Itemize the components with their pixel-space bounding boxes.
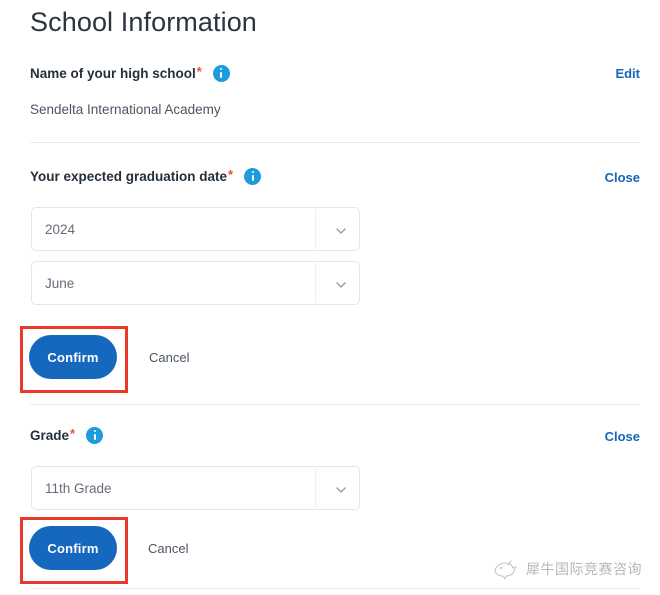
graduation-date-label-text: Your expected graduation date (30, 169, 228, 184)
school-name-value: Sendelta International Academy (30, 102, 221, 117)
grade-close-link[interactable]: Close (605, 428, 640, 446)
select-divider (315, 263, 316, 303)
grade-select[interactable]: 11th Grade (31, 466, 360, 510)
graduation-month-select[interactable]: June (31, 261, 360, 305)
grade-cancel-link[interactable]: Cancel (148, 540, 188, 558)
school-name-label: Name of your high school* (30, 65, 230, 83)
divider-bottom (30, 588, 640, 589)
graduation-year-select[interactable]: 2024 (31, 207, 360, 251)
chevron-down-icon[interactable] (336, 226, 346, 235)
graduation-date-label: Your expected graduation date* (30, 167, 262, 186)
school-name-label-text: Name of your high school (30, 66, 196, 81)
graduation-month-value: June (45, 276, 75, 291)
graduation-date-confirm-button[interactable]: Confirm (29, 335, 117, 379)
page-title: School Information (30, 7, 257, 37)
info-circle-icon[interactable] (212, 64, 230, 82)
graduation-date-cancel-link[interactable]: Cancel (149, 349, 189, 367)
graduation-date-required-star: * (228, 167, 234, 182)
chevron-down-icon[interactable] (336, 280, 346, 289)
divider-after-school-name (30, 142, 640, 143)
watermark: 犀牛国际竞赛咨询 (492, 557, 642, 581)
grade-value: 11th Grade (45, 481, 112, 496)
rhino-logo-icon (492, 557, 518, 581)
grade-confirm-button[interactable]: Confirm (29, 526, 117, 570)
grade-label: Grade* (30, 426, 104, 445)
school-name-edit-link[interactable]: Edit (615, 65, 640, 83)
graduation-year-value: 2024 (45, 222, 76, 237)
select-divider (315, 209, 316, 249)
grade-required-star: * (70, 426, 76, 441)
graduation-date-close-link[interactable]: Close (605, 169, 640, 187)
chevron-down-icon[interactable] (336, 485, 346, 494)
divider-after-graduation-date (30, 404, 640, 405)
grade-label-text: Grade (30, 428, 70, 443)
school-information-page: School Information Name of your high sch… (0, 0, 660, 595)
info-circle-icon[interactable] (86, 426, 104, 444)
info-circle-icon[interactable] (244, 167, 262, 185)
select-divider (315, 468, 316, 508)
watermark-text: 犀牛国际竞赛咨询 (526, 562, 642, 578)
school-name-required-star: * (196, 64, 202, 79)
